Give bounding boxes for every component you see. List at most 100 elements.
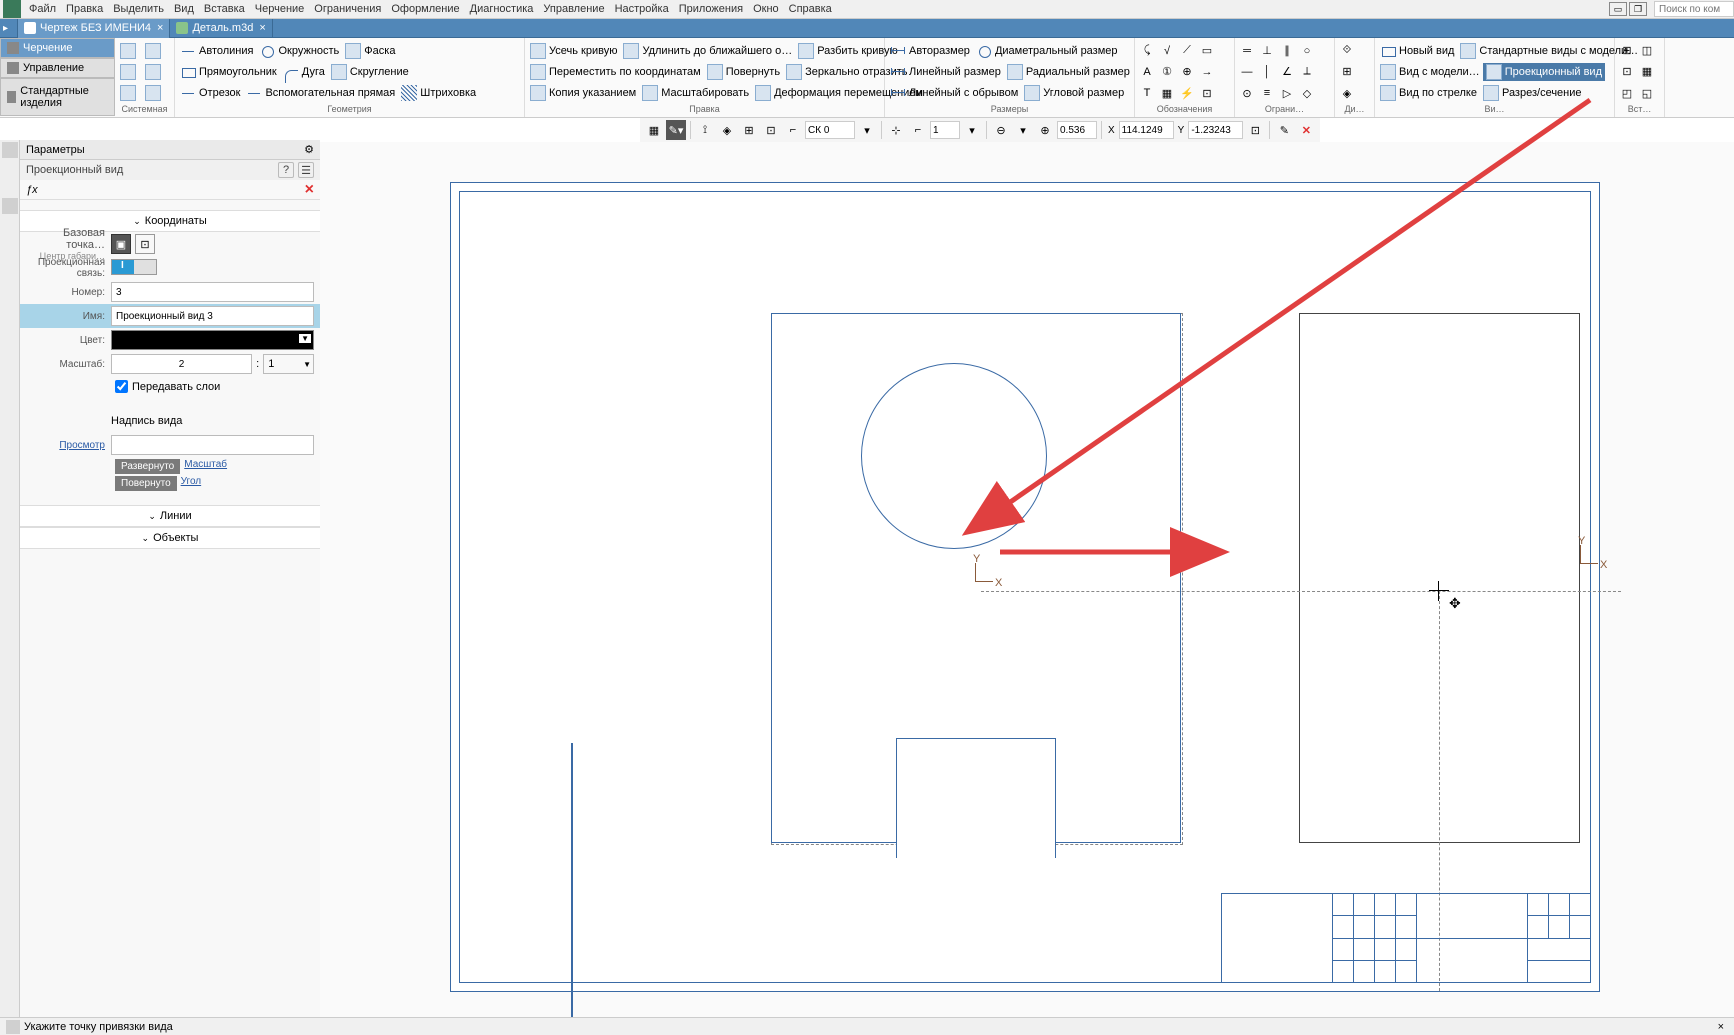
- section-button[interactable]: Разрез/сечение: [1480, 84, 1585, 102]
- cs-select[interactable]: [805, 121, 855, 139]
- ortho2-icon[interactable]: ⌐: [908, 120, 928, 140]
- c7-icon[interactable]: ∠: [1277, 62, 1297, 82]
- copy-button[interactable]: Копия указанием: [527, 84, 639, 102]
- section-objects[interactable]: ⌄Объекты: [20, 527, 320, 549]
- edit-icon[interactable]: ✎: [1274, 120, 1294, 140]
- menu-insert[interactable]: Вставка: [199, 1, 250, 17]
- menu-apps[interactable]: Приложения: [674, 1, 748, 17]
- surface-icon[interactable]: √: [1157, 41, 1177, 61]
- layers-checkbox[interactable]: [115, 380, 128, 393]
- c4-icon[interactable]: ○: [1297, 41, 1317, 61]
- zoomout-icon[interactable]: ⊖: [991, 120, 1011, 140]
- menu-settings[interactable]: Настройка: [610, 1, 674, 17]
- close-icon[interactable]: ×: [157, 22, 163, 34]
- cancel-op-icon[interactable]: ✕: [1296, 120, 1316, 140]
- angle-link[interactable]: Угол: [181, 476, 202, 491]
- d1-icon[interactable]: ⟐: [1337, 41, 1357, 61]
- arrowview-button[interactable]: Вид по стрелке: [1377, 84, 1480, 102]
- d2-icon[interactable]: ⊞: [1337, 62, 1357, 82]
- i6-icon[interactable]: ◱: [1637, 83, 1657, 103]
- step-dd-icon[interactable]: ▾: [962, 120, 982, 140]
- name-input[interactable]: [111, 306, 314, 326]
- menu-select[interactable]: Выделить: [108, 1, 169, 17]
- text2-icon[interactable]: T: [1137, 83, 1157, 103]
- trim-button[interactable]: Усечь кривую: [527, 42, 620, 60]
- table-icon[interactable]: ▦: [1157, 83, 1177, 103]
- redo-button[interactable]: [142, 84, 167, 102]
- snap-icon[interactable]: ⟟: [695, 120, 715, 140]
- hatch-button[interactable]: Штриховка: [398, 84, 479, 102]
- extend-button[interactable]: Удлинить до ближайшего о…: [620, 42, 795, 60]
- c10-icon[interactable]: ≡: [1257, 83, 1277, 103]
- segment-button[interactable]: Отрезок: [177, 84, 243, 102]
- c1-icon[interactable]: ═: [1237, 41, 1257, 61]
- mode-drawing[interactable]: Черчение: [0, 38, 115, 58]
- ortho-icon[interactable]: ⊞: [739, 120, 759, 140]
- diadim-button[interactable]: Диаметральный размер: [973, 42, 1121, 60]
- balloon-icon[interactable]: ①: [1157, 62, 1177, 82]
- menu-format[interactable]: Оформление: [386, 1, 464, 17]
- c2-icon[interactable]: ⊥: [1257, 41, 1277, 61]
- 3d-icon[interactable]: ◈: [717, 120, 737, 140]
- basepoint-btn2[interactable]: ⊡: [135, 234, 155, 254]
- print-button[interactable]: [142, 63, 167, 81]
- tol-icon[interactable]: ⊡: [1197, 83, 1217, 103]
- autodim-button[interactable]: Авторазмер: [887, 42, 973, 60]
- weld-icon[interactable]: ⟋: [1177, 41, 1197, 61]
- pencil-icon[interactable]: ✎▾: [666, 120, 686, 140]
- step-input[interactable]: [930, 121, 960, 139]
- i1-icon[interactable]: ⊞: [1617, 41, 1637, 61]
- datum-icon[interactable]: ▭: [1197, 41, 1217, 61]
- lindim-button[interactable]: Линейный размер: [887, 63, 1004, 81]
- menu-edit[interactable]: Правка: [61, 1, 108, 17]
- fillet-button[interactable]: Скругление: [328, 63, 412, 81]
- title-block[interactable]: [1221, 893, 1591, 983]
- bolt-icon[interactable]: ⚡: [1177, 83, 1197, 103]
- menu-manage[interactable]: Управление: [538, 1, 609, 17]
- breakdim-button[interactable]: Линейный с обрывом: [887, 84, 1021, 102]
- c5-icon[interactable]: —: [1237, 62, 1257, 82]
- i3-icon[interactable]: ⊡: [1617, 62, 1637, 82]
- caption-input[interactable]: [111, 435, 314, 455]
- chamfer-button[interactable]: Фаска: [342, 42, 398, 60]
- mode-std-parts[interactable]: Стандартные изделия: [0, 78, 115, 116]
- zoom-input[interactable]: [1057, 121, 1097, 139]
- c12-icon[interactable]: ◇: [1297, 83, 1317, 103]
- d3-icon[interactable]: ◈: [1337, 83, 1357, 103]
- save-button[interactable]: [117, 63, 142, 81]
- rotate-button[interactable]: Повернуть: [704, 63, 783, 81]
- scale-link[interactable]: Масштаб: [184, 459, 227, 474]
- stdviews-button[interactable]: Стандартные виды с модели…: [1457, 42, 1641, 60]
- newview-button[interactable]: Новый вид: [1377, 42, 1457, 60]
- c9-icon[interactable]: ⊙: [1237, 83, 1257, 103]
- search-input[interactable]: [1654, 1, 1734, 17]
- autoline-button[interactable]: Автолиния: [177, 42, 256, 60]
- status-close-icon[interactable]: ×: [1714, 1021, 1728, 1033]
- scale-button[interactable]: Масштабировать: [639, 84, 752, 102]
- drawing-canvas[interactable]: YX YX ✥: [320, 142, 1734, 1017]
- zoom-dd-icon[interactable]: ▾: [1013, 120, 1033, 140]
- c3-icon[interactable]: ∥: [1277, 41, 1297, 61]
- menu-diag[interactable]: Диагностика: [465, 1, 539, 17]
- doctab-drawing[interactable]: Чертеж БЕЗ ИМЕНИ4 ×: [18, 19, 170, 38]
- c6-icon[interactable]: │: [1257, 62, 1277, 82]
- raddim-button[interactable]: Радиальный размер: [1004, 63, 1133, 81]
- color-combo[interactable]: [111, 330, 314, 350]
- window-restore-icon[interactable]: ▭: [1609, 2, 1627, 16]
- arrow-icon[interactable]: →: [1197, 62, 1217, 82]
- close-icon[interactable]: ×: [305, 181, 314, 199]
- sb-icon[interactable]: ▦: [644, 120, 664, 140]
- menu-view[interactable]: Вид: [169, 1, 199, 17]
- help-icon[interactable]: ?: [278, 162, 294, 178]
- strip-icon-1[interactable]: [2, 142, 18, 158]
- cs-icon[interactable]: ⌐: [783, 120, 803, 140]
- modelview-button[interactable]: Вид с модели…: [1377, 63, 1483, 81]
- close-icon[interactable]: ×: [259, 22, 265, 34]
- center-icon[interactable]: ⊕: [1177, 62, 1197, 82]
- basepoint-btn1[interactable]: ▣: [111, 234, 131, 254]
- leader-icon[interactable]: ⤹: [1137, 41, 1157, 61]
- scale-den-combo[interactable]: 1: [263, 354, 314, 374]
- scale-num-input[interactable]: [111, 354, 252, 374]
- number-input[interactable]: [111, 282, 314, 302]
- projview-button[interactable]: Проекционный вид: [1483, 63, 1605, 81]
